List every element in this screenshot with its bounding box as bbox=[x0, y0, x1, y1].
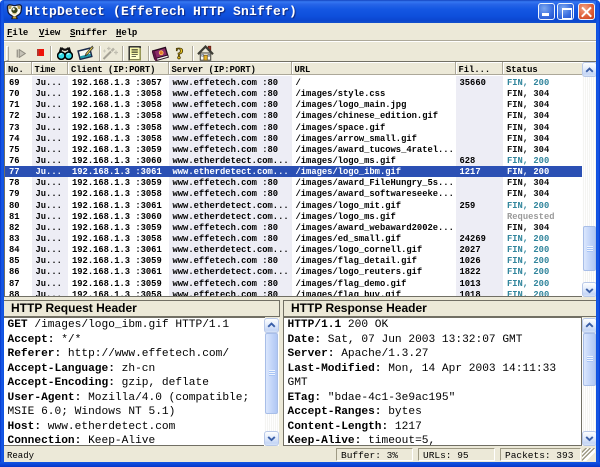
svg-text:?: ? bbox=[175, 46, 183, 61]
